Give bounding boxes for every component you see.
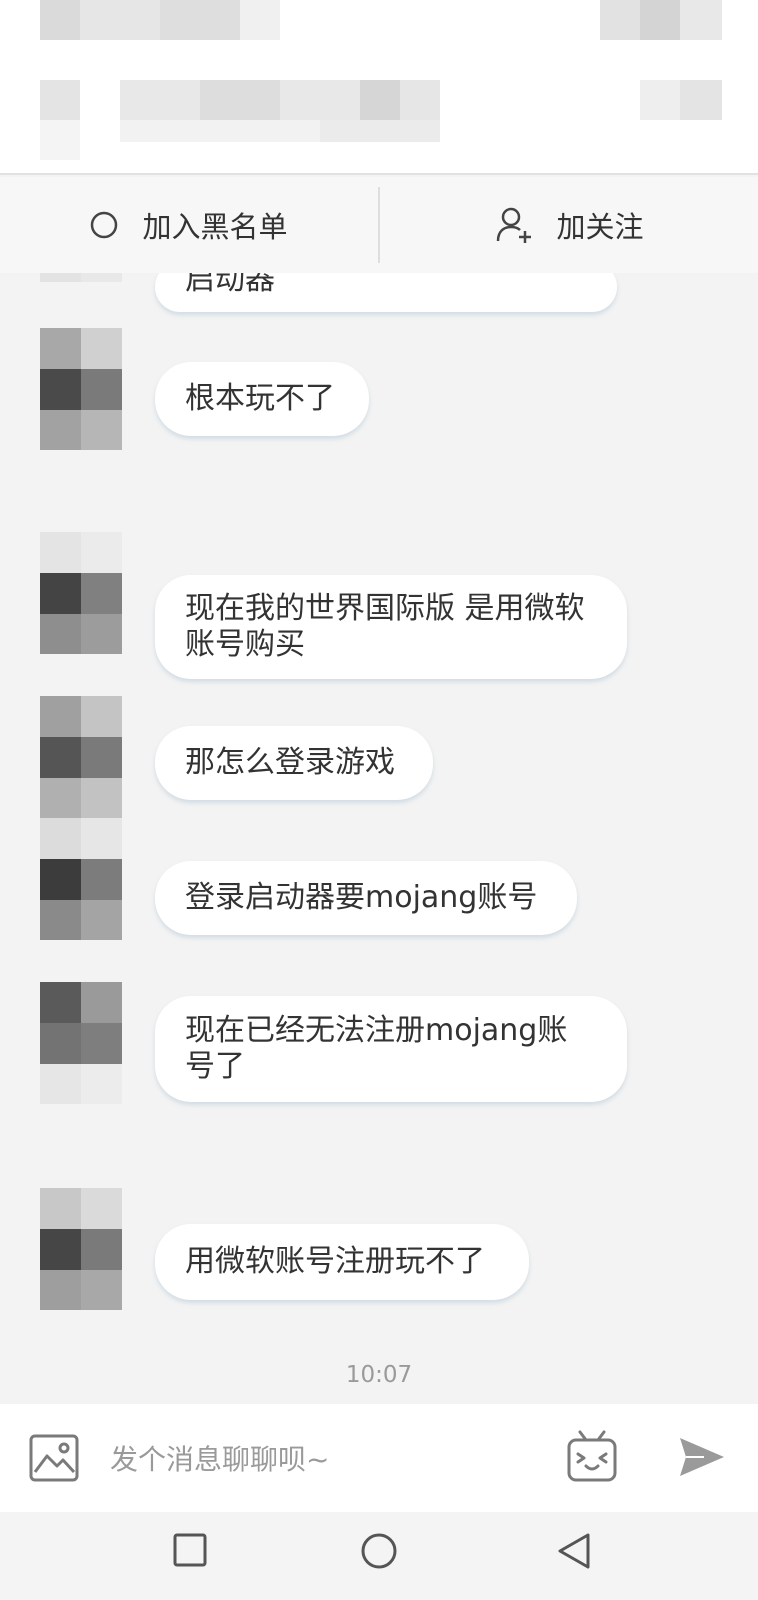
message-text: 登录启动器要mojang账号 xyxy=(185,880,538,915)
avatar[interactable] xyxy=(40,696,122,818)
message-text: 现在我的世界国际版 是用微软账号购买 xyxy=(185,591,585,662)
avatar[interactable] xyxy=(40,818,122,940)
triangle-back-icon xyxy=(556,1533,592,1574)
message-text: 根本玩不了 xyxy=(185,381,335,416)
back-button[interactable] xyxy=(556,1532,592,1574)
image-button[interactable] xyxy=(28,1432,80,1488)
message-text: 用微软账号注册玩不了 xyxy=(185,1244,485,1279)
follow-label: 加关注 xyxy=(556,210,644,244)
avatar[interactable] xyxy=(40,328,122,450)
message-text: 现在已经无法注册mojang账号了 xyxy=(185,1013,568,1084)
message-input-bar xyxy=(0,1404,758,1512)
emoji-button[interactable] xyxy=(566,1430,618,1488)
message-text: 那怎么登录游戏 xyxy=(185,745,395,780)
message-bubble: 那怎么登录游戏 xyxy=(155,726,433,800)
circle-icon xyxy=(360,1533,398,1574)
send-icon xyxy=(678,1438,726,1482)
system-nav-bar xyxy=(0,1512,758,1600)
blacklist-icon xyxy=(90,208,120,242)
square-icon xyxy=(172,1533,208,1572)
message-bubble: 根本玩不了 xyxy=(155,362,369,436)
add-to-blacklist-button-overlay[interactable]: 加入黑名单 xyxy=(0,177,378,273)
message-bubble: 用微软账号注册玩不了 xyxy=(155,1224,529,1300)
follow-button-overlay[interactable]: 加关注 xyxy=(380,177,758,273)
chat-header xyxy=(0,0,758,175)
message-timestamp: 10:07 xyxy=(345,1362,413,1388)
avatar[interactable] xyxy=(40,982,122,1104)
recent-apps-button[interactable] xyxy=(172,1532,208,1572)
action-bar-overlay: 加入黑名单 加关注 xyxy=(0,177,758,273)
avatar[interactable] xyxy=(40,532,122,654)
add-user-icon xyxy=(494,205,534,245)
message-bubble: 现在我的世界国际版 是用微软账号购买 xyxy=(155,575,627,679)
blacklist-label: 加入黑名单 xyxy=(142,210,288,244)
message-bubble: 现在已经无法注册mojang账号了 xyxy=(155,996,627,1102)
message-bubble: 登录启动器要mojang账号 xyxy=(155,861,577,935)
home-button[interactable] xyxy=(360,1532,398,1574)
tv-emoji-icon xyxy=(566,1430,618,1488)
send-button[interactable] xyxy=(678,1436,726,1482)
message-input[interactable] xyxy=(110,1434,540,1484)
avatar[interactable] xyxy=(40,1188,122,1310)
image-icon xyxy=(28,1434,80,1488)
